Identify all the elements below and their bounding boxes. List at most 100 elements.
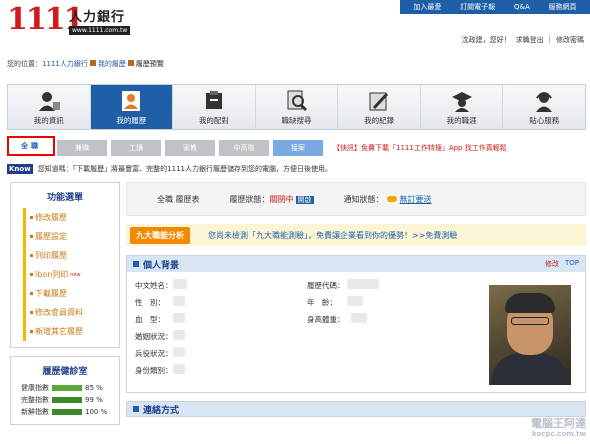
completeness-meter: 完整指數 99 % [11,394,119,406]
competency-analysis-banner: 九大職能分析 您尚未檢測「九大職能測驗」，免費讓企業看到你的優勢！ >>免費測驗 [126,224,586,246]
notice-bar: Know 您知道嗎：「下載履歷」將最豐富、完整的1111人力銀行履歷儲存到您的電… [7,162,586,176]
meter-label: 新鮮指數 [21,408,49,416]
competency-analysis-button[interactable]: 九大職能分析 [130,226,190,244]
tab-senior[interactable]: 中高階 [219,140,269,156]
meter-value: 100 % [85,408,108,416]
nav-label: 我的職涯 [446,116,477,125]
function-menu-list: 修改履歷 履歷設定 列印履歷 ibon列印 new 下載履歷 修改會員資料 新增其… [23,208,113,341]
divider: | [548,35,551,43]
sidebar-item-label: 下載履歷 [35,289,67,298]
bullet-icon [30,292,33,295]
competency-text: 您尚未檢測「九大職能測驗」，免費讓企業看到你的優勢！ [208,230,412,240]
sidebar-item-add-resume[interactable]: 新增其它履歷 [26,322,113,341]
user-bar: 沈政建，您好！ 求職登出 | 修改密碼 [462,35,584,45]
resume-status: 履歷狀態：關閉中 開啟 [230,194,314,205]
blurred-value [173,347,185,357]
watermark: 電腦王阿達 kocpc.com.tw [531,418,586,440]
section-title-text: 連絡方式 [143,405,180,416]
resume-clinic-title: 履歷健診室 [42,367,88,377]
tab-full-time[interactable]: 全職 [7,136,55,156]
breadcrumb-current: 履歷預覽 [135,60,164,68]
add-favorite-link[interactable]: 加入最愛 [413,2,441,12]
square-icon [133,261,139,267]
arrow-icon [89,60,96,66]
nav-label: 貼心服務 [529,116,560,125]
function-menu: 功能選單 修改履歷 履歷設定 列印履歷 ibon列印 new 下載履歷 修改會員資… [10,182,120,348]
personal-background-section: 個人背景 修改 TOP 中文姓名： 性 別： 血 型： 婚姻狀況： 兵役狀況： … [126,255,586,393]
breadcrumb-section[interactable]: 我的履歷 [98,60,126,68]
nav-job-search[interactable]: 職缺搜尋 [256,85,339,129]
qa-link[interactable]: Q&A [514,3,530,11]
section-title-text: 個人背景 [143,260,180,271]
nav-label: 我的配對 [198,116,229,125]
sidebar-item-label: 列印履歷 [35,251,67,260]
section-title: 個人背景 [133,258,179,271]
nav-services[interactable]: 貼心服務 [503,85,585,129]
blurred-value [347,296,363,306]
section-header: 個人背景 修改 TOP [127,256,585,272]
sidebar-item-edit-resume[interactable]: 修改履歷 [26,208,113,227]
profile-photo [489,285,571,385]
field-label-name: 中文姓名： [135,281,173,290]
nav-my-career[interactable]: 我的職涯 [421,85,504,129]
nav-my-info[interactable]: 我的資訊 [8,85,91,129]
meter-bar [52,409,82,415]
status-value: 關閉中 [269,194,294,204]
blurred-value [173,364,185,374]
top-link[interactable]: TOP [565,259,579,269]
section-links: 修改 TOP [545,259,579,269]
site-logo[interactable]: 1111 人力銀行 www.1111.com.tw [7,4,131,42]
open-resume-button[interactable]: 開啟 [295,195,314,204]
field-label-age: 年 齡： [307,298,337,307]
tab-freelance[interactable]: 接案 [273,140,323,156]
graduate-cap-icon [451,92,472,112]
sidebar-item-resume-settings[interactable]: 履歷設定 [26,227,113,246]
sidebar-item-print-resume[interactable]: 列印履歷 [26,246,113,265]
bullet-icon [30,216,33,219]
meter-label: 完整指數 [21,396,49,404]
square-icon [133,406,139,412]
field-label-marriage: 婚姻狀況： [135,332,173,341]
nav-label: 職缺搜尋 [281,116,312,125]
tab-part-time[interactable]: 兼職 [57,140,107,156]
job-type-tabs: 全職 兼職 工讀 家教 中高階 接案 【快訊】免費下載「1111工作特搜」App… [7,134,586,156]
nav-my-resume[interactable]: 我的履歷 [90,85,174,129]
bullet-icon [30,330,33,333]
resume-status-bar: 全職 履歷表 履歷狀態：關閉中 開啟 通知狀態： 無訂要送 [126,182,586,216]
promo-banner-link[interactable]: 【快訊】免費下載「1111工作特搜」App 找工作真輕鬆 [333,143,507,153]
photo-glasses [511,317,549,325]
arrow-icon [127,60,134,66]
tab-tutor[interactable]: 家教 [165,140,215,156]
breadcrumb: 您的位置：1111人力銀行 我的履歷 履歷預覽 [7,59,164,69]
breadcrumb-home[interactable]: 1111人力銀行 [42,60,88,68]
sidebar-item-download-resume[interactable]: 下載履歷 [26,284,113,303]
field-label-gender: 性 別： [135,298,165,307]
field-label-military: 兵役狀況： [135,349,173,358]
function-menu-title: 功能選單 [46,193,83,203]
change-password-link[interactable]: 修改密碼 [556,35,584,45]
nav-my-records[interactable]: 我的紀錄 [338,85,421,129]
bullet-icon [30,273,33,276]
headset-service-icon [536,92,553,112]
folder-match-icon [205,91,222,109]
service-link[interactable]: 服務網頁 [549,2,577,12]
key-icon [386,196,397,202]
contact-section-header: 連絡方式 [126,401,586,417]
sidebar-item-ibon-print[interactable]: ibon列印 new [26,265,113,284]
person-info-icon [38,92,60,111]
resume-person-icon [122,91,141,111]
logo-url: www.1111.com.tw [69,26,131,35]
notify-status: 通知狀態： 無訂要送 [344,194,432,205]
subscribe-newsletter-link[interactable]: 訂閱電子報 [460,2,495,12]
tab-work-study[interactable]: 工讀 [111,140,161,156]
meter-label: 健康指數 [21,384,49,392]
logout-link[interactable]: 求職登出 [516,35,544,45]
bullet-icon [30,311,33,314]
notify-value-link[interactable]: 無訂要送 [400,195,432,204]
sidebar-item-edit-member[interactable]: 修改會員資料 [26,303,113,322]
personal-fields: 中文姓名： 性 別： 血 型： 婚姻狀況： 兵役狀況： 身份類別： 履歷代碼： … [127,272,585,392]
photo-shirt [491,353,569,385]
edit-link[interactable]: 修改 [545,259,559,269]
nav-my-match[interactable]: 我的配對 [173,85,256,129]
free-test-link[interactable]: >>免費測驗 [412,230,457,241]
